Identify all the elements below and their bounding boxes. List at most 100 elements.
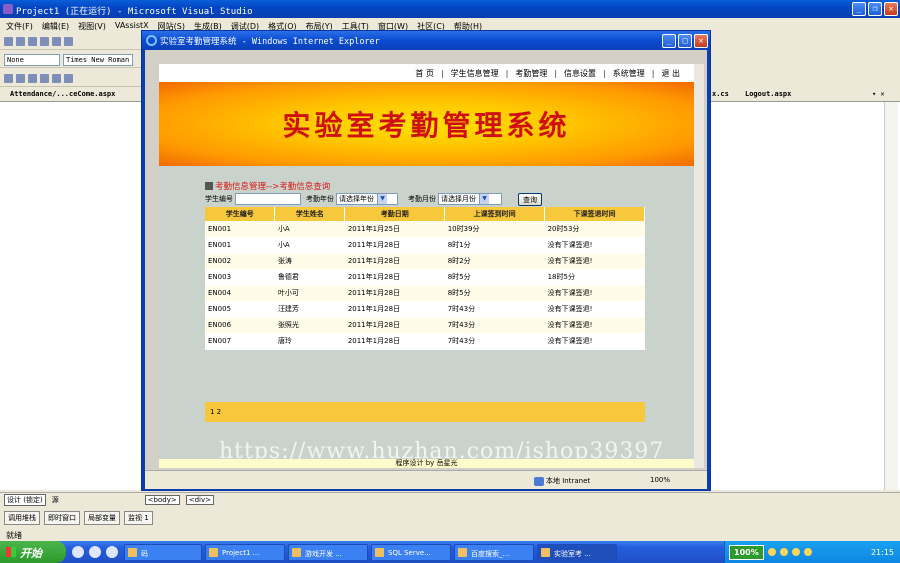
task-game-dev[interactable]: 游戏开发 ... [288, 543, 368, 561]
restore-icon[interactable]: ❐ [868, 2, 882, 16]
stop-icon[interactable] [28, 37, 37, 46]
doc-tab-attendance[interactable]: Attendance/...ceCome.aspx [10, 90, 115, 98]
tag-body[interactable]: <body> [144, 494, 180, 505]
start-button[interactable]: 开始 [0, 541, 66, 563]
cell: 8时5分 [444, 269, 545, 286]
task-baidu[interactable]: 百度搜索_... [454, 543, 534, 561]
add-item-icon[interactable] [16, 74, 25, 83]
step-over-icon[interactable] [52, 37, 61, 46]
network-icon[interactable] [767, 548, 776, 556]
standard-toolbar [0, 71, 142, 87]
chevron-down-icon[interactable]: ▼ [479, 194, 489, 204]
ie-window-title: 实验室考勤管理系统 - Windows Internet Explorer [160, 37, 380, 47]
vs-title-bar: Project1 (正在运行) - Microsoft Visual Studi… [0, 0, 900, 18]
tab-watch[interactable]: 监视 1 [124, 511, 153, 525]
nav-student-info[interactable]: 学生信息管理 [451, 68, 499, 79]
debug-toolbar [0, 34, 142, 50]
design-tab[interactable]: 设计 (锁定) [4, 493, 46, 506]
cell: EN002 [205, 253, 275, 270]
tab-immediate[interactable]: 即时窗口 [44, 511, 80, 525]
table-row: EN002 张涛 2011年1月28日 8时2分 没有下课签退! [205, 253, 645, 270]
col-date: 考勤日期 [344, 207, 446, 221]
task-project1[interactable]: Project1 ... [205, 543, 285, 561]
menu-edit[interactable]: 编辑(E) [42, 21, 69, 33]
year-label: 考勤年份 [306, 195, 334, 203]
cell: 20时53分 [544, 221, 645, 238]
cell: 7时43分 [444, 301, 545, 318]
nav-info-settings[interactable]: 信息设置 [564, 68, 596, 79]
year-select-value: 请选择年份 [339, 195, 374, 203]
task-folder[interactable]: 码 [124, 543, 202, 561]
doc-tab-cs[interactable]: x.cs [712, 90, 729, 98]
minimize-icon[interactable]: _ [852, 2, 866, 16]
tag-div[interactable]: <div> [185, 494, 214, 505]
nav-system[interactable]: 系统管理 [613, 68, 645, 79]
volume-icon[interactable] [779, 548, 788, 556]
restart-icon[interactable] [40, 37, 49, 46]
table-row: EN001 小A 2011年1月25日 10时39分 20时53分 [205, 221, 645, 238]
debug-window-tabs: 调用堆栈 即时窗口 局部变量 监视 1 [0, 510, 900, 526]
ie-window: 实验室考勤管理系统 - Windows Internet Explorer _ … [141, 30, 711, 491]
qq-icon[interactable] [791, 548, 800, 556]
search-button[interactable]: 查询 [518, 192, 542, 206]
close-icon[interactable]: ✕ [884, 2, 898, 16]
ie-scrollbar[interactable] [694, 64, 704, 468]
attendance-table: 学生编号 学生姓名 考勤日期 上课签到时间 下课签退时间 EN001 小A 2011… [205, 207, 645, 350]
table-header-row: 学生编号 学生姓名 考勤日期 上课签到时间 下课签退时间 [205, 207, 645, 221]
year-select[interactable]: 请选择年份 ▼ [336, 193, 398, 205]
cell: 8时5分 [444, 285, 545, 302]
tab-dropdown-icon[interactable]: ▾ ✕ [872, 90, 885, 98]
search-form: 学生编号 考勤年份 请选择年份 ▼ 考勤月份 请选择月份 ▼ 查询 [205, 192, 542, 206]
cell: 10时39分 [444, 221, 545, 238]
security-zone: 本地 Intranet [534, 476, 590, 486]
banner-title: 实验室考勤管理系统 [282, 109, 571, 142]
cell: EN006 [205, 317, 275, 334]
cell: 2011年1月28日 [344, 253, 445, 270]
chevron-down-icon[interactable]: ▼ [377, 194, 387, 204]
table-row: EN007 唐玲 2011年1月28日 7时43分 没有下课签退! [205, 333, 645, 350]
cell: 没有下课签退! [544, 237, 645, 254]
security-shield-icon[interactable] [803, 548, 812, 556]
desktop-icon[interactable] [72, 546, 84, 558]
media-icon[interactable] [106, 546, 118, 558]
save-icon[interactable] [40, 74, 49, 83]
clock: 21:15 [870, 547, 894, 557]
open-folder-icon[interactable] [28, 74, 37, 83]
ie-maximize-icon[interactable]: □ [678, 34, 692, 48]
cell: 2011年1月28日 [344, 317, 445, 334]
ie-minimize-icon[interactable]: _ [662, 34, 676, 48]
task-sql-server[interactable]: SQL Serve... [371, 543, 451, 561]
nav-home[interactable]: 首 页 [415, 68, 434, 79]
page-footer: 程序设计 by 岳星光 [159, 459, 694, 468]
tab-locals[interactable]: 局部变量 [84, 511, 120, 525]
cell: 没有下课签退! [544, 333, 645, 350]
cell: 7时43分 [444, 317, 545, 334]
save-all-icon[interactable] [52, 74, 61, 83]
pager[interactable]: 1 2 [205, 402, 645, 422]
nav-attendance[interactable]: 考勤管理 [515, 68, 547, 79]
nav-logout[interactable]: 退 出 [661, 68, 680, 79]
student-no-input[interactable] [235, 193, 301, 205]
ie-close-icon[interactable]: ✕ [694, 34, 708, 48]
menu-view[interactable]: 视图(V) [78, 21, 106, 33]
menu-file[interactable]: 文件(F) [6, 21, 33, 33]
zoom-badge[interactable]: 100% [729, 544, 764, 560]
doc-tab-logout[interactable]: Logout.aspx [745, 90, 791, 98]
tab-call-stack[interactable]: 调用堆栈 [4, 511, 40, 525]
style-select[interactable]: None [4, 53, 60, 66]
play-icon[interactable] [4, 37, 13, 46]
task-lab-attendance[interactable]: 实验室考 ... [537, 543, 617, 561]
cell: EN003 [205, 269, 275, 286]
zoom-level[interactable]: 100% [650, 476, 670, 484]
cut-icon[interactable] [64, 74, 73, 83]
ie-quick-icon[interactable] [89, 546, 101, 558]
cell: 张涛 [274, 253, 345, 270]
table-row: EN004 叶小可 2011年1月28日 8时5分 没有下课签退! [205, 285, 645, 302]
editor-scrollbar[interactable] [884, 102, 898, 490]
font-select[interactable]: Times New Roman [63, 53, 133, 66]
pause-icon[interactable] [16, 37, 25, 46]
new-project-icon[interactable] [4, 74, 13, 83]
step-into-icon[interactable] [64, 37, 73, 46]
source-tab[interactable]: 源 [52, 495, 59, 505]
month-select[interactable]: 请选择月份 ▼ [438, 193, 502, 205]
